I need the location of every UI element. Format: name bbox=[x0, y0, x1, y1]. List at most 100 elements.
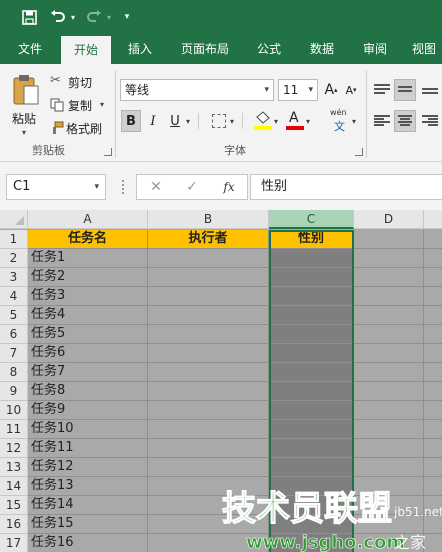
empty-cell[interactable] bbox=[424, 344, 442, 363]
undo-dropdown-icon[interactable]: ▾ bbox=[68, 6, 78, 28]
format-painter-button[interactable]: 格式刷 bbox=[48, 118, 110, 138]
align-right-icon[interactable] bbox=[422, 114, 438, 128]
row-header[interactable]: 14 bbox=[0, 477, 28, 496]
empty-cell[interactable] bbox=[354, 420, 424, 439]
row-header[interactable]: 10 bbox=[0, 401, 28, 420]
name-box[interactable]: C1 ▾ bbox=[6, 174, 106, 200]
underline-button[interactable]: U bbox=[166, 110, 184, 132]
worksheet-grid[interactable]: A B C D 1 任务名 执行者 性别 2 任务1 3 任务2 4 任务3 5 任务4 6 任务5 7 任务… bbox=[0, 210, 442, 552]
align-top-icon[interactable] bbox=[374, 82, 390, 98]
redo-icon[interactable] bbox=[84, 6, 104, 28]
empty-cell[interactable] bbox=[354, 268, 424, 287]
table-cell[interactable] bbox=[148, 287, 269, 306]
cancel-icon[interactable]: ✕ bbox=[146, 174, 166, 200]
empty-cell[interactable] bbox=[424, 363, 442, 382]
table-cell[interactable] bbox=[148, 344, 269, 363]
fill-color-button[interactable] bbox=[254, 111, 272, 131]
empty-cell[interactable] bbox=[354, 363, 424, 382]
empty-cell[interactable] bbox=[424, 439, 442, 458]
tab-formulas[interactable]: 公式 bbox=[247, 34, 291, 64]
tab-file[interactable]: 文件 bbox=[8, 34, 52, 64]
align-left-icon[interactable] bbox=[374, 114, 390, 128]
table-cell[interactable] bbox=[148, 420, 269, 439]
borders-dropdown-icon[interactable]: ▾ bbox=[230, 117, 234, 126]
column-header-a[interactable]: A bbox=[28, 210, 148, 229]
row-header[interactable]: 7 bbox=[0, 344, 28, 363]
row-header[interactable]: 17 bbox=[0, 534, 28, 552]
empty-cell[interactable] bbox=[354, 230, 424, 249]
table-cell[interactable] bbox=[148, 439, 269, 458]
column-header-d[interactable]: D bbox=[354, 210, 424, 229]
grow-font-button[interactable]: A ▴ bbox=[322, 79, 340, 101]
table-cell[interactable]: 任务12 bbox=[28, 458, 148, 477]
table-cell[interactable]: 任务4 bbox=[28, 306, 148, 325]
empty-cell[interactable] bbox=[424, 287, 442, 306]
empty-cell[interactable] bbox=[424, 268, 442, 287]
tab-view[interactable]: 视图 bbox=[406, 34, 442, 64]
column-header-c[interactable]: C bbox=[269, 210, 354, 229]
table-cell[interactable]: 任务7 bbox=[28, 363, 148, 382]
copy-button[interactable]: 复制 ▾ bbox=[48, 95, 110, 115]
redo-dropdown-icon[interactable]: ▾ bbox=[104, 6, 114, 28]
table-cell[interactable]: 任务8 bbox=[28, 382, 148, 401]
tab-page-layout[interactable]: 页面布局 bbox=[172, 34, 238, 64]
empty-cell[interactable] bbox=[354, 382, 424, 401]
undo-icon[interactable] bbox=[48, 6, 68, 28]
empty-cell[interactable] bbox=[424, 230, 442, 249]
paste-dropdown-icon[interactable]: ▾ bbox=[22, 128, 26, 137]
row-header[interactable]: 15 bbox=[0, 496, 28, 515]
align-middle-icon[interactable] bbox=[394, 79, 416, 101]
cut-button[interactable]: ✂ 剪切 bbox=[48, 72, 110, 92]
table-cell[interactable]: 任务9 bbox=[28, 401, 148, 420]
empty-cell[interactable] bbox=[354, 249, 424, 268]
bold-button[interactable]: B bbox=[121, 110, 141, 132]
empty-cell[interactable] bbox=[354, 458, 424, 477]
table-cell[interactable]: 任务11 bbox=[28, 439, 148, 458]
empty-cell[interactable] bbox=[354, 344, 424, 363]
header-cell[interactable]: 任务名 bbox=[28, 230, 148, 249]
fill-color-dropdown-icon[interactable]: ▾ bbox=[274, 117, 278, 126]
table-cell[interactable]: 任务2 bbox=[28, 268, 148, 287]
table-cell[interactable]: 任务6 bbox=[28, 344, 148, 363]
table-cell[interactable]: 任务1 bbox=[28, 249, 148, 268]
copy-dropdown-icon[interactable]: ▾ bbox=[100, 100, 104, 109]
table-cell[interactable]: 任务15 bbox=[28, 515, 148, 534]
table-cell[interactable] bbox=[148, 325, 269, 344]
empty-cell[interactable] bbox=[424, 401, 442, 420]
table-cell[interactable] bbox=[148, 268, 269, 287]
table-cell[interactable]: 任务10 bbox=[28, 420, 148, 439]
column-header-e[interactable] bbox=[424, 210, 442, 229]
table-cell[interactable] bbox=[148, 249, 269, 268]
font-size-select[interactable]: 11 ▾ bbox=[278, 79, 318, 101]
underline-dropdown-icon[interactable]: ▾ bbox=[186, 117, 190, 126]
phonetic-guide-button[interactable]: wén 文 bbox=[330, 108, 352, 134]
empty-cell[interactable] bbox=[424, 249, 442, 268]
row-header[interactable]: 6 bbox=[0, 325, 28, 344]
table-cell[interactable]: 任务3 bbox=[28, 287, 148, 306]
row-header[interactable]: 9 bbox=[0, 382, 28, 401]
table-cell[interactable] bbox=[148, 458, 269, 477]
shrink-font-button[interactable]: A ▾ bbox=[342, 79, 360, 101]
table-cell[interactable]: 任务14 bbox=[28, 496, 148, 515]
row-header[interactable]: 8 bbox=[0, 363, 28, 382]
formula-input[interactable]: 性别 bbox=[250, 174, 442, 200]
tab-insert[interactable]: 插入 bbox=[118, 34, 162, 64]
empty-cell[interactable] bbox=[354, 325, 424, 344]
row-header[interactable]: 16 bbox=[0, 515, 28, 534]
table-cell[interactable] bbox=[148, 401, 269, 420]
customize-toolbar-icon[interactable]: ▾ bbox=[121, 6, 133, 28]
align-center-icon[interactable] bbox=[394, 110, 416, 132]
header-cell[interactable]: 执行者 bbox=[148, 230, 269, 249]
row-header[interactable]: 13 bbox=[0, 458, 28, 477]
row-header[interactable]: 5 bbox=[0, 306, 28, 325]
empty-cell[interactable] bbox=[424, 325, 442, 344]
table-cell[interactable] bbox=[148, 306, 269, 325]
paste-button[interactable]: 粘贴 ▾ bbox=[10, 70, 44, 140]
font-launcher-icon[interactable] bbox=[355, 148, 363, 156]
phonetic-dropdown-icon[interactable]: ▾ bbox=[352, 117, 356, 126]
tab-data[interactable]: 数据 bbox=[300, 34, 344, 64]
table-cell[interactable]: 任务13 bbox=[28, 477, 148, 496]
table-cell[interactable]: 任务16 bbox=[28, 534, 148, 552]
empty-cell[interactable] bbox=[424, 458, 442, 477]
font-color-button[interactable]: A bbox=[286, 110, 304, 131]
